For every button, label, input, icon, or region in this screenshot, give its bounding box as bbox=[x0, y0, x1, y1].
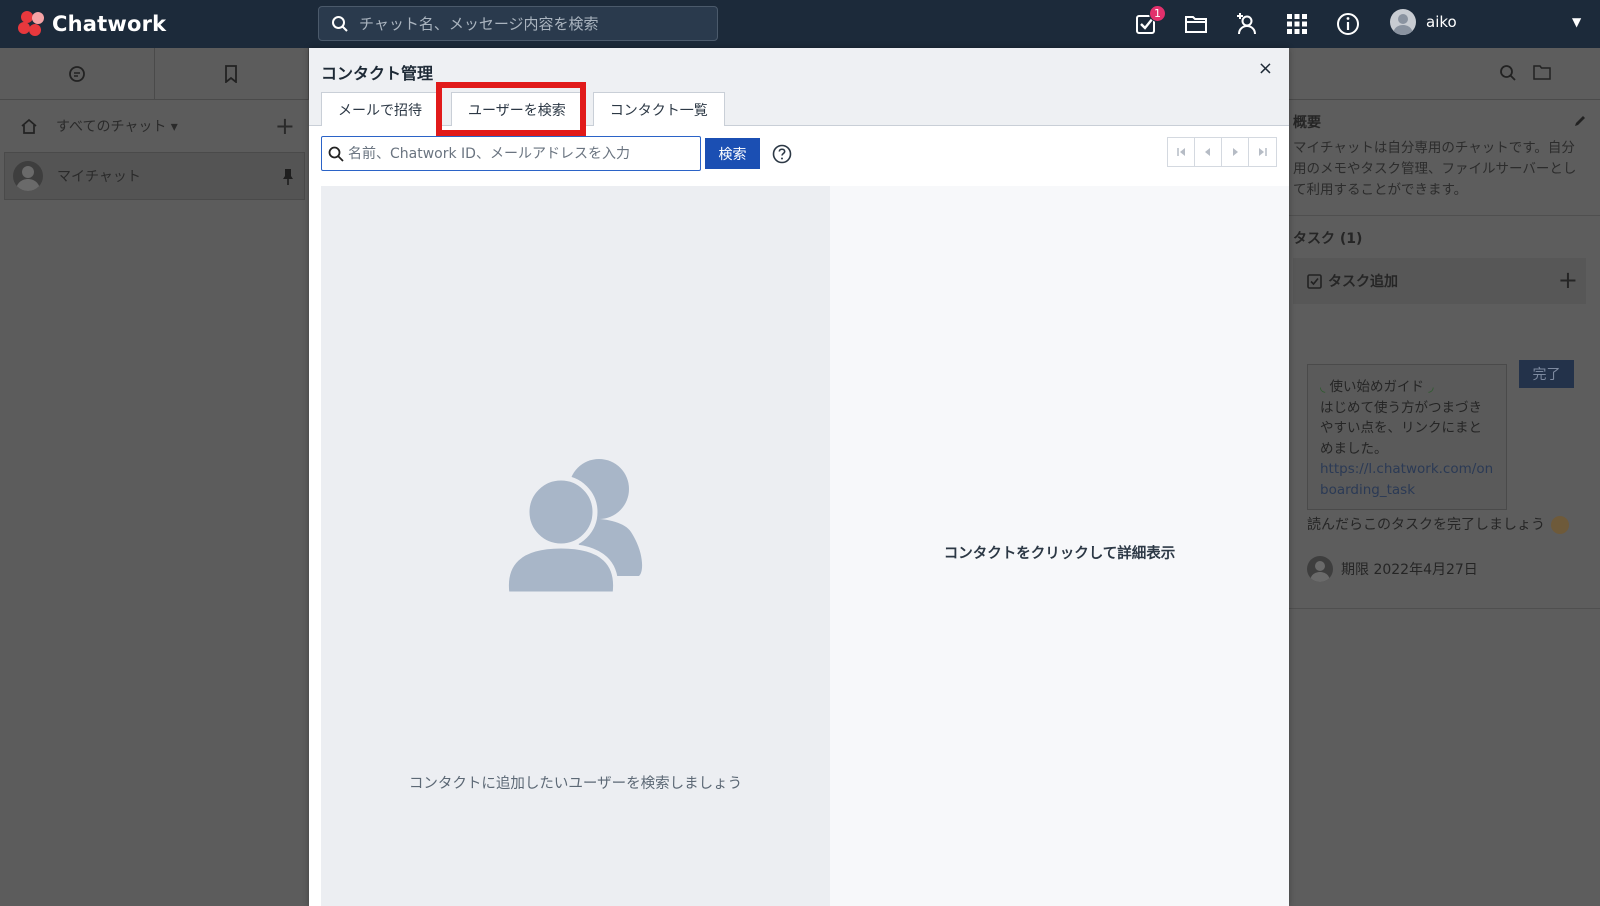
help-icon[interactable] bbox=[772, 144, 792, 164]
tab-invite-by-email[interactable]: メールで招待 bbox=[321, 92, 439, 126]
chat-sidebar: すべてのチャット ▾ + マイチャット bbox=[0, 48, 309, 906]
pin-icon[interactable] bbox=[282, 168, 294, 186]
home-icon bbox=[21, 118, 37, 134]
chatwork-logo-icon bbox=[18, 9, 48, 39]
grid-icon bbox=[1287, 14, 1307, 34]
user-search-field[interactable] bbox=[321, 136, 701, 171]
last-page-icon[interactable] bbox=[1249, 138, 1276, 166]
guide-title: 使い始めガイド bbox=[1329, 379, 1425, 395]
first-page-icon[interactable] bbox=[1168, 138, 1195, 166]
top-bar: Chatwork 1 aiko ▼ bbox=[0, 0, 1600, 48]
task-add-label: タスク追加 bbox=[1328, 274, 1398, 290]
smile-emoji-icon bbox=[1551, 516, 1570, 534]
sidebar-tabs bbox=[0, 48, 309, 100]
dialog-header: コンタクト管理 × メールで招待 ユーザーを検索 コンタクト一覧 bbox=[309, 48, 1289, 136]
contact-management-dialog: コンタクト管理 × メールで招待 ユーザーを検索 コンタクト一覧 検索 bbox=[309, 48, 1289, 906]
chat-name: マイチャット bbox=[57, 169, 141, 185]
bookmark-icon bbox=[225, 64, 238, 83]
user-menu-caret-icon[interactable]: ▼ bbox=[1572, 15, 1581, 29]
leaf-icon: ◟ bbox=[1320, 379, 1326, 395]
contact-detail-pane: コンタクトをクリックして詳細表示 bbox=[830, 186, 1289, 906]
guide-body: はじめて使う方がつまづきやすい点を、リンクにまとめました。 bbox=[1320, 399, 1482, 457]
info-icon bbox=[1337, 13, 1359, 35]
chatwork-logo[interactable]: Chatwork bbox=[18, 8, 166, 40]
users-illustration-icon bbox=[503, 459, 643, 597]
folder-icon bbox=[1185, 16, 1207, 33]
dialog-title: コンタクト管理 bbox=[321, 64, 434, 83]
tasks-heading: タスク (1) bbox=[1293, 231, 1363, 247]
folder-icon[interactable] bbox=[1533, 64, 1551, 80]
add-chat-icon[interactable]: + bbox=[275, 112, 295, 140]
task-add-button[interactable]: タスク追加 + bbox=[1293, 258, 1586, 304]
task-item: ◟ 使い始めガイド ◞ はじめて使う方がつまづきやすい点を、リンクにまとめました… bbox=[1307, 364, 1507, 510]
mychat-avatar-icon bbox=[13, 161, 43, 191]
edit-pencil-icon[interactable] bbox=[1573, 114, 1587, 128]
empty-state-text: コンタクトに追加したいユーザーを検索しましょう bbox=[408, 776, 743, 792]
chat-info-panel: 概要 マイチャットは自分専用のチャットです。自分用のメモやタスク管理、ファイルサ… bbox=[1289, 48, 1600, 906]
panel-toolbar bbox=[1289, 48, 1600, 100]
prev-page-icon[interactable] bbox=[1195, 138, 1222, 166]
search-icon bbox=[328, 146, 344, 162]
search-button[interactable]: 検索 bbox=[705, 138, 760, 169]
overview-heading: 概要 bbox=[1293, 115, 1321, 131]
user-menu[interactable]: aiko bbox=[1390, 9, 1457, 35]
assignee-avatar-icon bbox=[1307, 556, 1333, 582]
overview-section: 概要 マイチャットは自分専用のチャットです。自分用のメモやタスク管理、ファイルサ… bbox=[1289, 100, 1600, 201]
tab-contact-list[interactable]: コンタクト一覧 bbox=[592, 92, 725, 126]
overview-description: マイチャットは自分専用のチャットです。自分用のメモやタスク管理、ファイルサーバー… bbox=[1293, 140, 1577, 198]
services-button[interactable] bbox=[1283, 10, 1311, 38]
task-button[interactable]: 1 bbox=[1132, 5, 1166, 38]
app-name: Chatwork bbox=[52, 12, 167, 36]
checkbox-icon bbox=[1307, 273, 1322, 289]
tasks-section: タスク (1) bbox=[1289, 216, 1600, 248]
contact-button[interactable] bbox=[1232, 10, 1260, 38]
task-note-text: 読んだらこのタスクを完了しましょう bbox=[1307, 517, 1545, 533]
task-done-button[interactable]: 完了 bbox=[1519, 360, 1574, 388]
global-search[interactable] bbox=[318, 6, 718, 41]
search-icon bbox=[332, 15, 348, 32]
add-task-icon: + bbox=[1557, 266, 1578, 294]
add-contact-icon bbox=[1237, 13, 1256, 35]
tab-chats[interactable] bbox=[0, 48, 155, 99]
task-count-badge: 1 bbox=[1149, 5, 1166, 22]
guide-link[interactable]: https://l.chatwork.com/onboarding_task bbox=[1320, 459, 1494, 500]
task-note: 読んだらこのタスクを完了しましょう bbox=[1307, 514, 1570, 534]
user-avatar-icon bbox=[1390, 9, 1416, 35]
deadline-text: 期限 2022年4月27日 bbox=[1341, 562, 1478, 578]
close-icon[interactable]: × bbox=[1258, 58, 1273, 79]
dialog-tabs: メールで招待 ユーザーを検索 コンタクト一覧 bbox=[321, 92, 729, 126]
task-deadline: 期限 2022年4月27日 bbox=[1307, 556, 1478, 582]
tab-search-users[interactable]: ユーザーを検索 bbox=[451, 92, 583, 126]
info-button[interactable] bbox=[1334, 10, 1362, 38]
next-page-icon[interactable] bbox=[1222, 138, 1249, 166]
chat-filter[interactable]: すべてのチャット ▾ + bbox=[0, 100, 309, 152]
global-search-input[interactable] bbox=[359, 14, 699, 33]
search-results-pane: コンタクトに追加したいユーザーを検索しましょう bbox=[321, 186, 830, 906]
sidebar-item-mychat[interactable]: マイチャット bbox=[4, 152, 305, 200]
detail-hint-text: コンタクトをクリックして詳細表示 bbox=[943, 546, 1176, 562]
chat-bubble-icon bbox=[68, 65, 85, 82]
user-search-input[interactable] bbox=[348, 145, 688, 162]
leaf-icon: ◞ bbox=[1428, 379, 1434, 395]
pagination bbox=[1167, 137, 1277, 167]
user-search-row: 検索 bbox=[321, 136, 792, 171]
chat-filter-label: すべてのチャット ▾ bbox=[56, 119, 178, 135]
user-name: aiko bbox=[1426, 13, 1457, 31]
search-icon[interactable] bbox=[1499, 64, 1517, 82]
tab-bookmarks[interactable] bbox=[155, 48, 309, 99]
file-button[interactable] bbox=[1182, 10, 1210, 38]
